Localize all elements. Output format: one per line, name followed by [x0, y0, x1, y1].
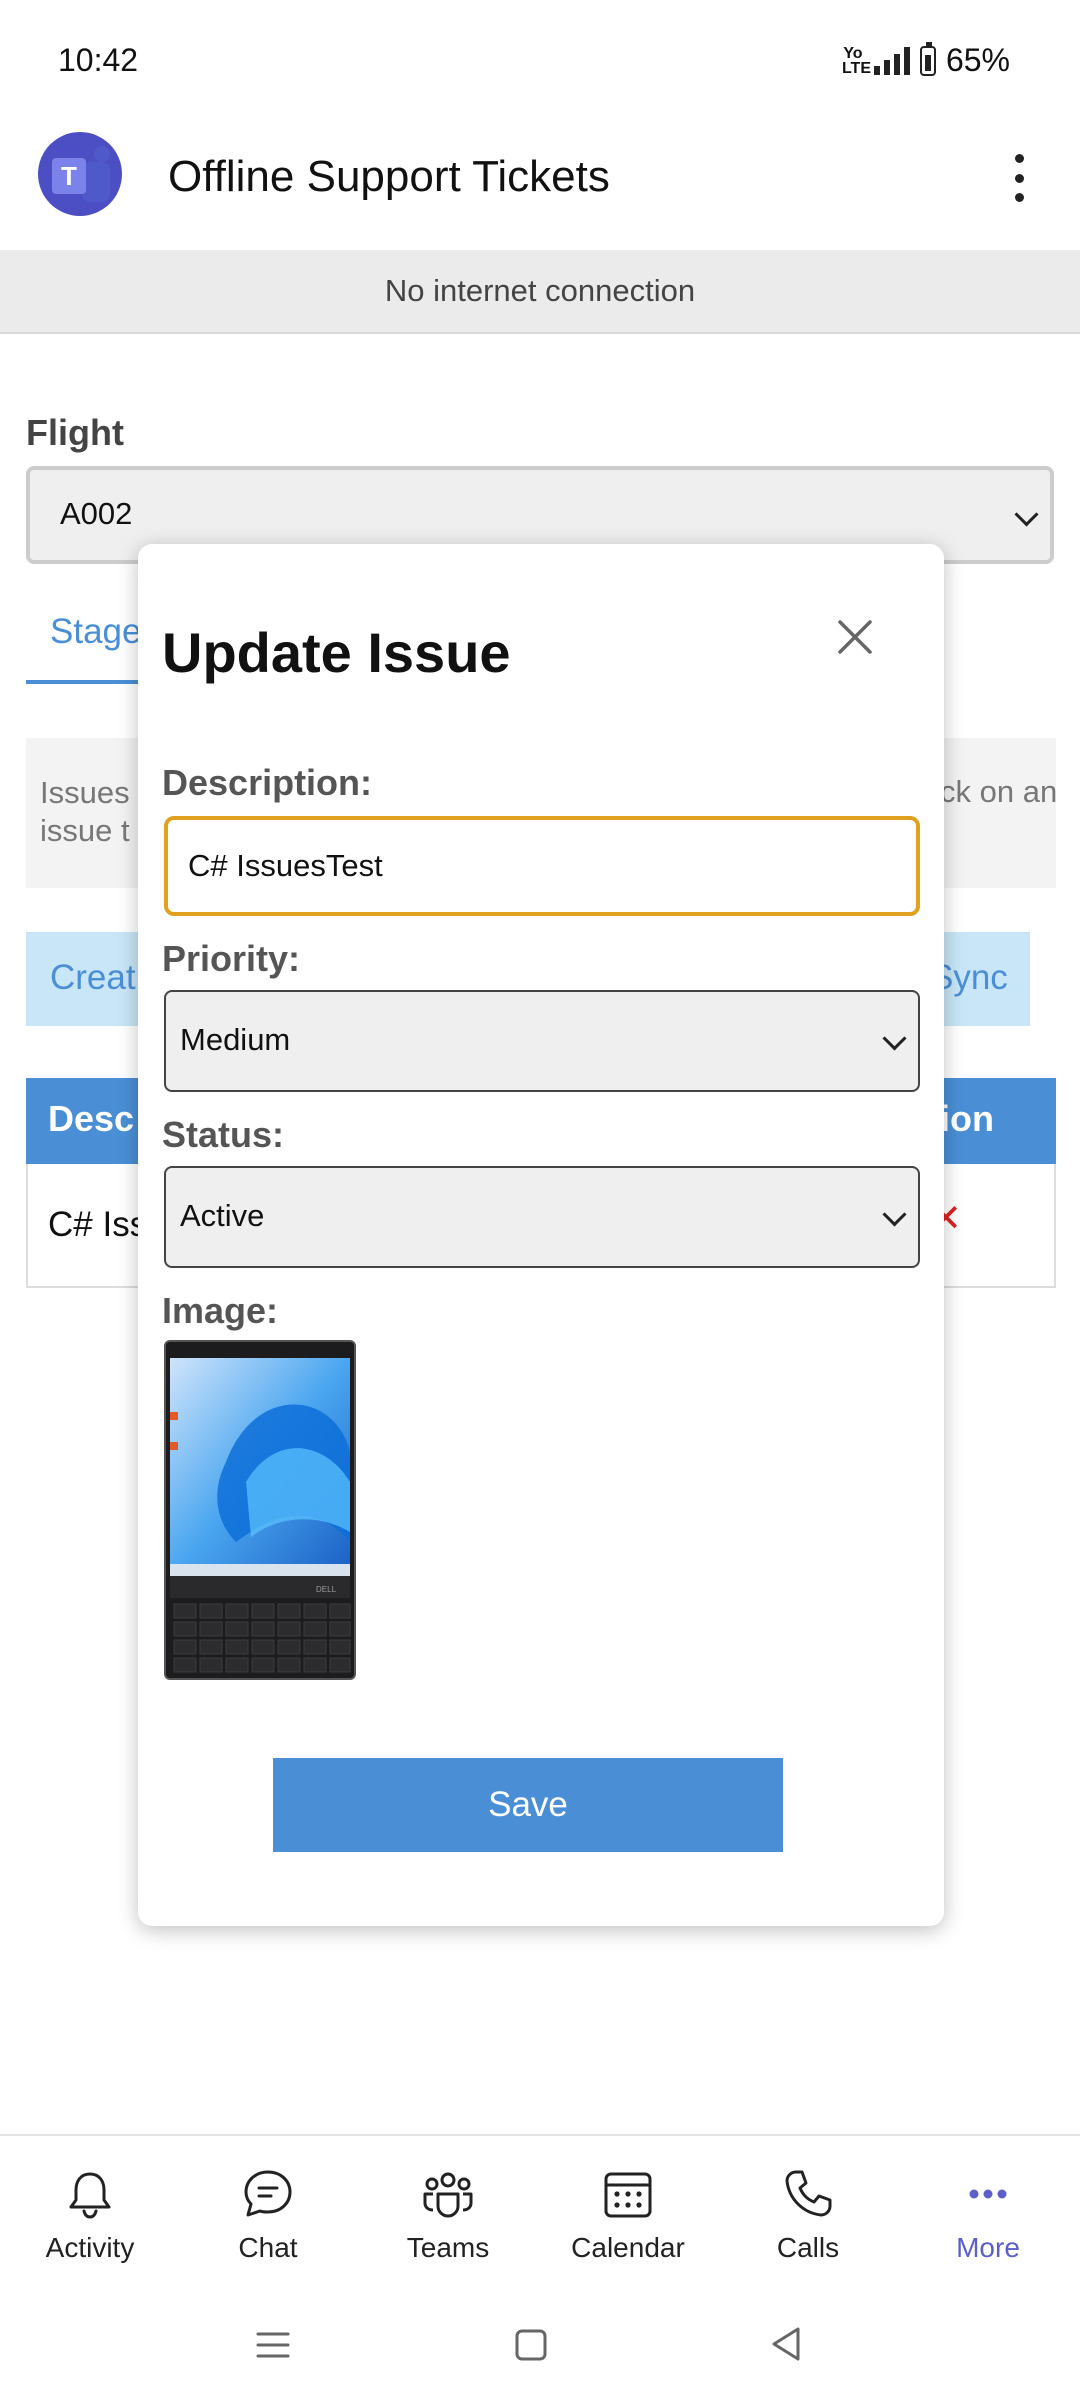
more-options-icon[interactable] [1004, 154, 1034, 202]
nav-label-activity: Activity [45, 2232, 135, 2263]
nav-label-more: More [956, 2232, 1020, 2263]
chat-icon [244, 2170, 292, 2217]
column-header-action: ion [940, 1098, 994, 1139]
priority-value: Medium [180, 1022, 291, 1057]
dialog-title: Update Issue [162, 621, 511, 684]
info-text-right: ck on an [940, 774, 1058, 809]
issue-image-thumbnail[interactable]: DELL [164, 1340, 356, 1680]
description-label: Description: [162, 762, 373, 803]
nav-label-calls: Calls [776, 2232, 840, 2263]
close-icon[interactable] [832, 614, 878, 660]
home-icon[interactable] [512, 2326, 550, 2369]
signal-icon [873, 46, 910, 75]
description-input[interactable] [164, 816, 920, 916]
app-title: Offline Support Tickets [168, 152, 610, 201]
calendar-icon [604, 2172, 652, 2218]
status-select[interactable] [164, 1166, 920, 1268]
status-icons: Yo LTE 65% [841, 41, 1010, 79]
tab-indicator [26, 680, 146, 684]
phone-icon [785, 2170, 832, 2217]
row-description: C# Iss [48, 1205, 148, 1244]
more-icon [969, 2189, 1007, 2199]
tab-stage[interactable]: Stage [50, 612, 141, 652]
nav-item-activity[interactable]: Activity [0, 2166, 180, 2264]
column-header-description: Desc [48, 1098, 135, 1139]
status-value: Active [180, 1198, 265, 1233]
info-text: Issues issue t [40, 775, 130, 848]
flight-label: Flight [26, 412, 124, 453]
nav-label-chat: Chat [238, 2232, 298, 2263]
priority-label: Priority: [162, 938, 301, 979]
brand-logo: DELL [316, 1585, 337, 1594]
flight-value: A002 [60, 496, 133, 531]
battery-icon [919, 41, 936, 76]
status-label: Status: [162, 1114, 285, 1155]
nav-item-calls[interactable]: Calls [718, 2166, 898, 2264]
nav-item-chat[interactable]: Chat [178, 2166, 358, 2264]
status-time: 10:42 [58, 42, 139, 78]
save-button[interactable]: Save [273, 1758, 783, 1852]
teams-icon [423, 2172, 473, 2218]
nav-label-calendar: Calendar [571, 2232, 685, 2263]
battery-percent: 65% [945, 42, 1010, 78]
recent-apps-icon[interactable] [254, 2328, 292, 2367]
nav-item-calendar[interactable]: Calendar [538, 2166, 718, 2264]
nav-item-more[interactable]: More [898, 2166, 1078, 2264]
image-label: Image: [162, 1290, 279, 1331]
nav-label-teams: Teams [406, 2232, 490, 2263]
back-icon[interactable] [766, 2324, 806, 2369]
create-button-label: Creat [50, 958, 136, 997]
offline-banner: No internet connection [0, 250, 1080, 334]
nav-item-teams[interactable]: Teams [358, 2166, 538, 2264]
teams-logo-icon[interactable]: T [38, 132, 122, 216]
bell-icon [69, 2172, 111, 2219]
volte-icon: Yo LTE [841, 44, 871, 77]
